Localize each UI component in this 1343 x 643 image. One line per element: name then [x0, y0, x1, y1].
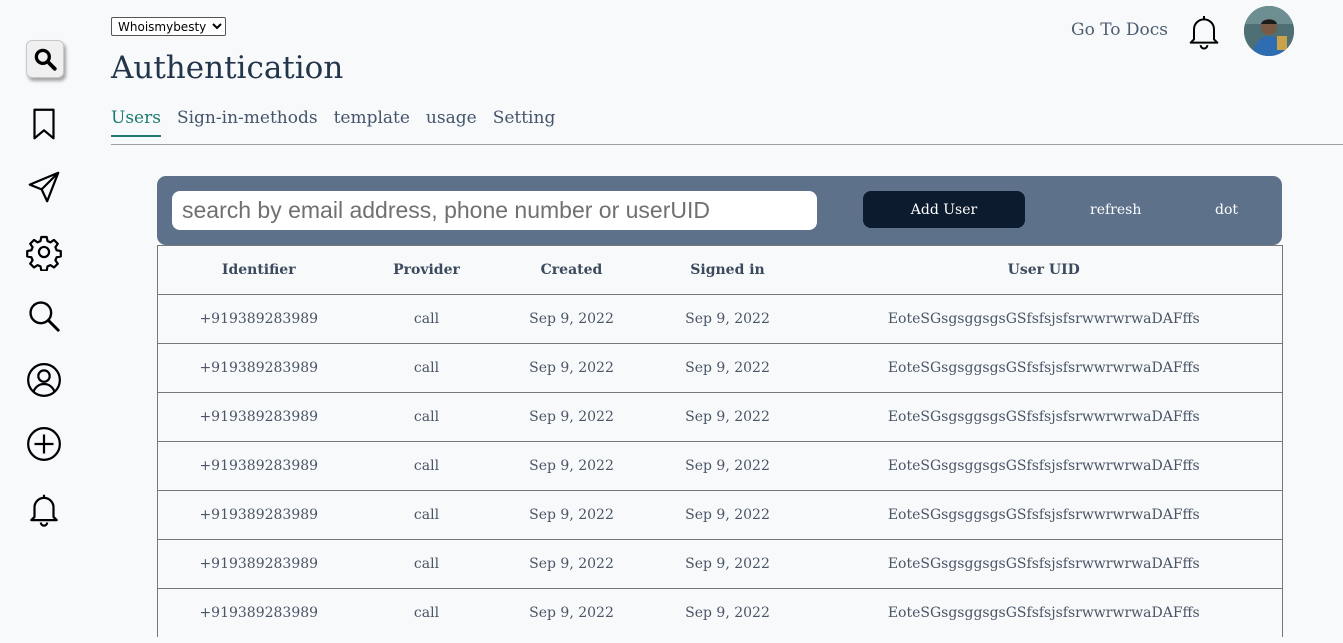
cell-signed-in: Sep 9, 2022 — [649, 490, 806, 540]
cell-identifier: +919389283989 — [157, 588, 360, 637]
refresh-button[interactable]: refresh — [1090, 202, 1141, 218]
cell-signed-in: Sep 9, 2022 — [649, 392, 806, 442]
cell-provider: call — [359, 343, 494, 393]
dot-menu-button[interactable]: dot — [1215, 202, 1238, 218]
search-icon[interactable] — [24, 296, 64, 336]
go-to-docs-link[interactable]: Go To Docs — [1071, 20, 1168, 40]
cell-user-uid: EoteSGsgsggsgsGSfsfsjsfsrwwrwrwaDAFffs — [805, 588, 1283, 637]
cell-created: Sep 9, 2022 — [493, 441, 650, 491]
cell-created: Sep 9, 2022 — [493, 343, 650, 393]
search-box-icon[interactable] — [26, 40, 64, 78]
cell-created: Sep 9, 2022 — [493, 588, 650, 637]
cell-identifier: +919389283989 — [157, 343, 360, 393]
cell-created: Sep 9, 2022 — [493, 392, 650, 442]
cell-provider: call — [359, 588, 494, 637]
table-header-row: Identifier Provider Created Signed in Us… — [157, 245, 1283, 295]
gear-icon[interactable] — [24, 232, 64, 272]
column-header-signed-in: Signed in — [649, 245, 806, 295]
cell-user-uid: EoteSGsgsggsgsGSfsfsjsfsrwwrwrwaDAFffs — [805, 343, 1283, 393]
tab-setting[interactable]: Setting — [493, 108, 556, 137]
cell-user-uid: EoteSGsgsggsgsGSfsfsjsfsrwwrwrwaDAFffs — [805, 539, 1283, 589]
bell-icon[interactable] — [24, 489, 64, 529]
plus-circle-icon[interactable] — [24, 424, 64, 464]
tab-template[interactable]: template — [334, 108, 410, 137]
cell-user-uid: EoteSGsgsggsgsGSfsfsjsfsrwwrwrwaDAFffs — [805, 294, 1283, 344]
users-table: Identifier Provider Created Signed in Us… — [157, 245, 1283, 637]
cell-identifier: +919389283989 — [157, 392, 360, 442]
page-title: Authentication — [111, 50, 344, 86]
users-toolbar: Add User refresh dot — [157, 176, 1282, 245]
table-row[interactable]: +919389283989 call Sep 9, 2022 Sep 9, 2022 E… — [157, 490, 1283, 540]
table-row[interactable]: +919389283989 call Sep 9, 2022 Sep 9, 2022 E… — [157, 539, 1283, 589]
cell-created: Sep 9, 2022 — [493, 490, 650, 540]
add-user-button[interactable]: Add User — [863, 191, 1025, 228]
sidebar — [0, 0, 90, 643]
cell-user-uid: EoteSGsgsggsgsGSfsfsjsfsrwwrwrwaDAFffs — [805, 441, 1283, 491]
tab-bar: Users Sign-in-methods template usage Set… — [111, 108, 571, 137]
cell-signed-in: Sep 9, 2022 — [649, 441, 806, 491]
cell-signed-in: Sep 9, 2022 — [649, 294, 806, 344]
send-icon[interactable] — [24, 167, 64, 207]
cell-provider: call — [359, 294, 494, 344]
cell-identifier: +919389283989 — [157, 294, 360, 344]
table-row[interactable]: +919389283989 call Sep 9, 2022 Sep 9, 2022 E… — [157, 294, 1283, 344]
cell-provider: call — [359, 392, 494, 442]
tab-users[interactable]: Users — [111, 108, 161, 137]
column-header-created: Created — [493, 245, 650, 295]
cell-signed-in: Sep 9, 2022 — [649, 343, 806, 393]
cell-signed-in: Sep 9, 2022 — [649, 539, 806, 589]
user-icon[interactable] — [24, 360, 64, 400]
cell-identifier: +919389283989 — [157, 490, 360, 540]
table-body: +919389283989 call Sep 9, 2022 Sep 9, 2022 E… — [157, 294, 1283, 637]
search-input[interactable] — [172, 191, 817, 230]
table-row[interactable]: +919389283989 call Sep 9, 2022 Sep 9, 2022 E… — [157, 343, 1283, 393]
cell-provider: call — [359, 441, 494, 491]
table-row[interactable]: +919389283989 call Sep 9, 2022 Sep 9, 2022 E… — [157, 441, 1283, 491]
column-header-user-uid: User UID — [805, 245, 1283, 295]
cell-identifier: +919389283989 — [157, 539, 360, 589]
cell-provider: call — [359, 490, 494, 540]
cell-provider: call — [359, 539, 494, 589]
table-row[interactable]: +919389283989 call Sep 9, 2022 Sep 9, 2022 E… — [157, 588, 1283, 637]
bookmark-icon[interactable] — [24, 104, 64, 144]
cell-user-uid: EoteSGsgsggsgsGSfsfsjsfsrwwrwrwaDAFffs — [805, 490, 1283, 540]
table-row[interactable]: +919389283989 call Sep 9, 2022 Sep 9, 2022 E… — [157, 392, 1283, 442]
tab-sign-in-methods[interactable]: Sign-in-methods — [177, 108, 318, 137]
cell-user-uid: EoteSGsgsggsgsGSfsfsjsfsrwwrwrwaDAFffs — [805, 392, 1283, 442]
column-header-identifier: Identifier — [157, 245, 360, 295]
cell-created: Sep 9, 2022 — [493, 294, 650, 344]
tabs-divider — [111, 144, 1343, 145]
cell-created: Sep 9, 2022 — [493, 539, 650, 589]
project-select[interactable]: Whoismybesty — [111, 17, 226, 36]
avatar[interactable] — [1244, 6, 1294, 56]
notification-bell-icon[interactable] — [1184, 11, 1224, 51]
cell-signed-in: Sep 9, 2022 — [649, 588, 806, 637]
tab-usage[interactable]: usage — [426, 108, 477, 137]
cell-identifier: +919389283989 — [157, 441, 360, 491]
column-header-provider: Provider — [359, 245, 494, 295]
